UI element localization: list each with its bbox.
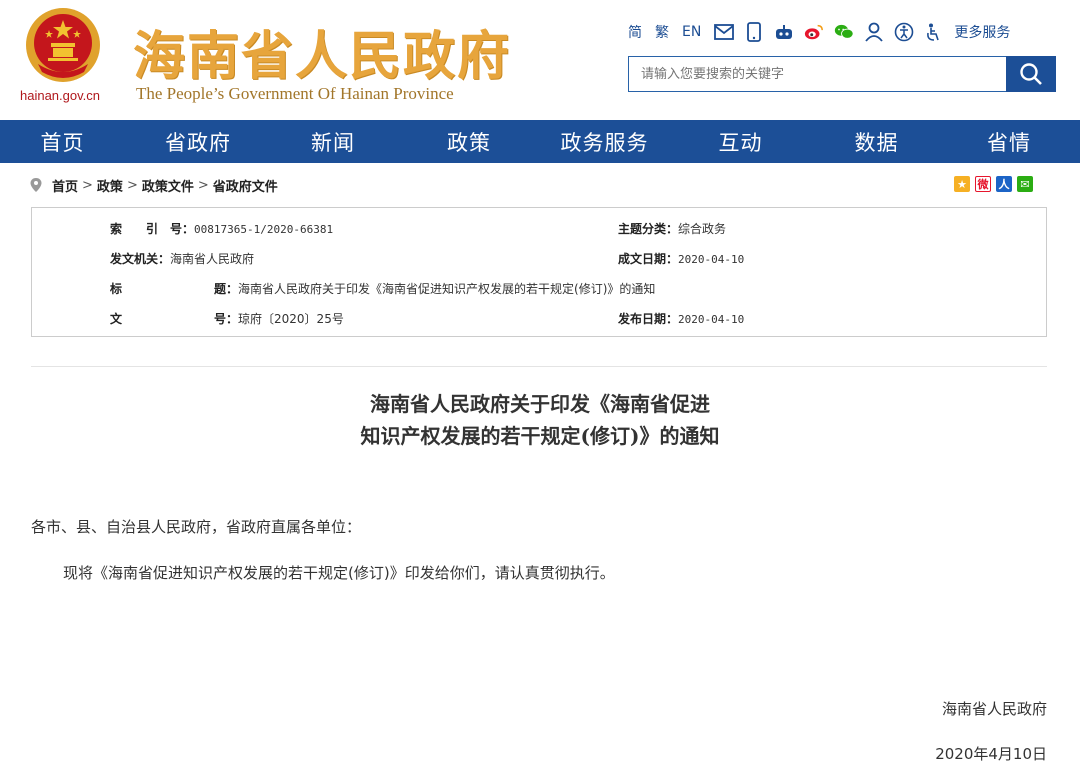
breadcrumb-policy-documents[interactable]: 政策文件 [142, 176, 194, 195]
nav-province-overview[interactable]: 省情 [938, 120, 1080, 163]
meta-index: 索 引 号：00817365-1/2020-66381 [110, 220, 333, 237]
search-button[interactable] [1006, 56, 1056, 92]
weibo-share-icon[interactable]: 微 [975, 176, 991, 192]
nav-government-services[interactable]: 政务服务 [543, 120, 666, 163]
main-nav: 首页 省政府 新闻 政策 政务服务 互动 数据 省情 [0, 120, 1080, 163]
document-metadata: 索 引 号：00817365-1/2020-66381 主题分类：综合政务 发文… [31, 207, 1047, 337]
weibo-icon[interactable] [804, 22, 824, 42]
english-link[interactable]: EN [682, 24, 701, 40]
search-input[interactable] [628, 56, 1007, 92]
simplified-chinese-link[interactable]: 简 [628, 22, 642, 42]
article-title: 海南省人民政府关于印发《海南省促进 知识产权发展的若干规定(修订)》的通知 [0, 388, 1080, 452]
meta-docno-value: 琼府〔2020〕25号 [238, 312, 344, 326]
nav-data[interactable]: 数据 [815, 120, 938, 163]
header-toolbar: 简 繁 EN 更多服务 [628, 20, 1010, 44]
breadcrumb-government-documents[interactable]: 省政府文件 [213, 176, 278, 195]
national-emblem-icon[interactable] [24, 6, 102, 84]
robot-icon[interactable] [774, 22, 794, 42]
site-domain: hainan.gov.cn [20, 88, 100, 103]
site-title[interactable]: 海南省人民政府 [133, 14, 511, 89]
breadcrumb-policy[interactable]: 政策 [97, 176, 123, 195]
breadcrumb-separator: > [82, 177, 93, 193]
meta-published-label: 发布日期： [618, 312, 679, 326]
nav-interaction[interactable]: 互动 [666, 120, 815, 163]
breadcrumb-separator: > [197, 177, 209, 193]
meta-published-value: 2020-04-10 [678, 313, 745, 326]
nav-news[interactable]: 新闻 [271, 120, 395, 163]
more-services-link[interactable]: 更多服务 [954, 22, 1010, 42]
meta-title-content: 题：海南省人民政府关于印发《海南省促进知识产权发展的若干规定(修订)》的通知 [214, 280, 655, 297]
meta-title-value: 海南省人民政府关于印发《海南省促进知识产权发展的若干规定(修订)》的通知 [238, 282, 656, 296]
meta-issuer-label: 发文机关： [110, 252, 171, 266]
article-title-line-1: 海南省人民政府关于印发《海南省促进 [370, 392, 710, 416]
meta-title-label-1: 标 [110, 282, 123, 296]
meta-published-date: 发布日期：2020-04-10 [618, 310, 744, 327]
article-body: 现将《海南省促进知识产权发展的若干规定(修订)》印发给你们，请认真贯彻执行。 [63, 564, 615, 582]
mobile-icon[interactable] [744, 22, 764, 42]
meta-written-value: 2020-04-10 [678, 253, 745, 266]
meta-written-date: 成文日期：2020-04-10 [618, 250, 744, 267]
elder-mode-icon[interactable] [924, 22, 944, 42]
content-divider [31, 366, 1047, 367]
breadcrumb-separator: > [126, 177, 138, 193]
meta-category-value: 综合政务 [678, 222, 727, 236]
breadcrumb: 首页 > 政策 > 政策文件 > 省政府文件 [30, 175, 278, 195]
article-title-line-2: 知识产权发展的若干规定(修订)》的通知 [360, 424, 720, 448]
wechat-share-icon[interactable]: ✉ [1017, 176, 1033, 192]
nav-provincial-government[interactable]: 省政府 [125, 120, 271, 163]
qzone-icon[interactable]: ★ [954, 176, 970, 192]
meta-docno: 文 [110, 310, 122, 327]
article-date: 2020年4月10日 [935, 745, 1047, 763]
site-title-english: The People’s Government Of Hainan Provin… [136, 84, 454, 103]
location-pin-icon [30, 178, 42, 192]
mail-icon[interactable] [714, 22, 735, 42]
meta-docno-label-2: 号： [214, 312, 239, 326]
site-header: hainan.gov.cn 海南省人民政府 The People’s Gover… [0, 0, 1080, 120]
meta-docno-content: 号：琼府〔2020〕25号 [214, 310, 344, 327]
article-salutation: 各市、县、自治县人民政府，省政府直属各单位： [31, 518, 362, 536]
meta-written-label: 成文日期： [618, 252, 679, 266]
user-icon[interactable] [864, 22, 884, 42]
meta-issuer: 发文机关：海南省人民政府 [110, 250, 254, 267]
meta-category-label: 主题分类： [618, 222, 679, 236]
nav-home[interactable]: 首页 [0, 120, 125, 163]
meta-title-label-2: 题： [214, 282, 239, 296]
nav-policy[interactable]: 政策 [395, 120, 543, 163]
meta-issuer-value: 海南省人民政府 [170, 252, 255, 266]
breadcrumb-home[interactable]: 首页 [52, 176, 78, 195]
accessibility-icon[interactable] [894, 22, 914, 42]
traditional-chinese-link[interactable]: 繁 [655, 22, 669, 42]
search-icon [1020, 63, 1042, 85]
article-signer: 海南省人民政府 [941, 700, 1047, 718]
meta-docno-label-1: 文 [110, 312, 123, 326]
renren-icon[interactable]: 人 [996, 176, 1012, 192]
meta-index-label: 索 引 号： [110, 222, 195, 236]
meta-index-value: 00817365-1/2020-66381 [194, 223, 334, 236]
meta-title: 标 [110, 280, 122, 297]
wechat-icon[interactable] [834, 22, 854, 42]
share-bar: ★ 微 人 ✉ [954, 176, 1033, 192]
meta-category: 主题分类：综合政务 [618, 220, 726, 237]
